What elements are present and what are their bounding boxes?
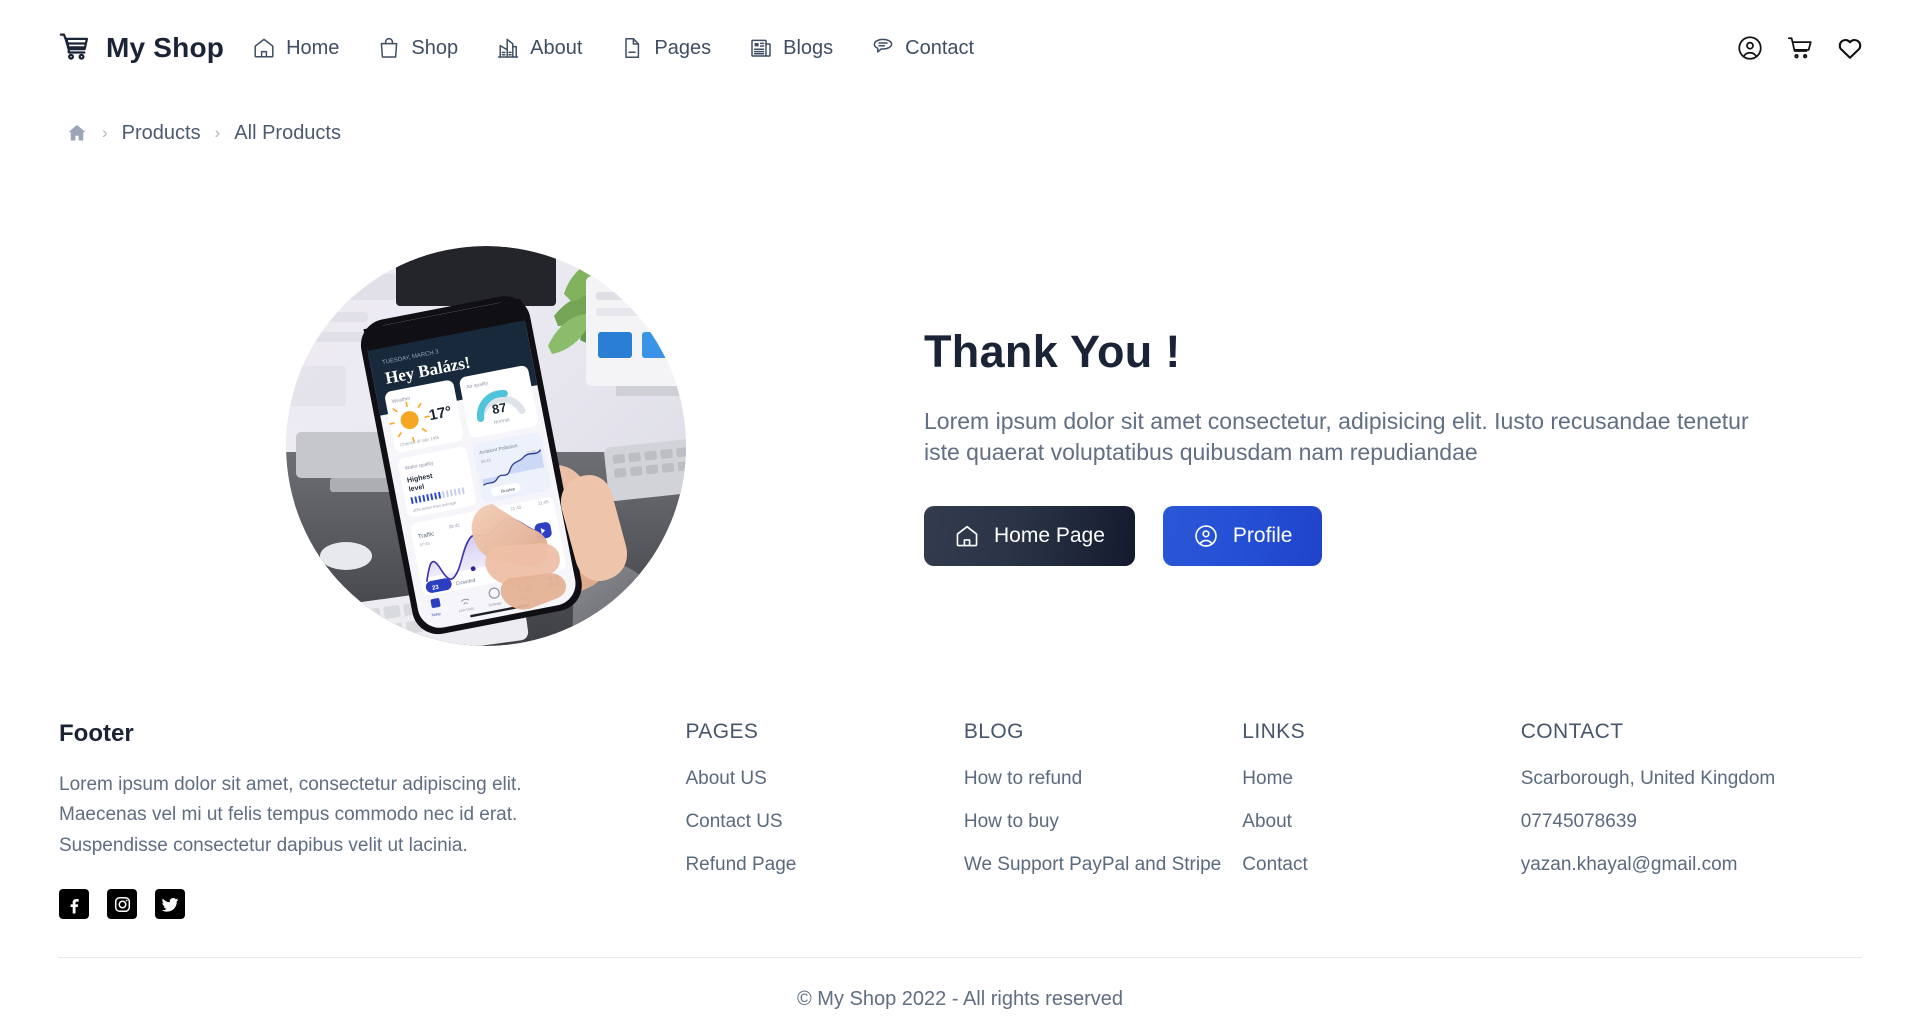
footer-column-blog: BLOG How to refund How to buy We Support… (964, 720, 1242, 897)
user-circle-icon (1193, 523, 1219, 549)
hero-section: TUESDAY, MARCH 3 Hey Balázs! Weather 17°… (0, 152, 1920, 712)
footer-column-heading: LINKS (1242, 720, 1305, 743)
footer-columns: Footer Lorem ipsum dolor sit amet, conse… (56, 720, 1864, 920)
site-footer: Footer Lorem ipsum dolor sit amet, conse… (0, 720, 1920, 1011)
hero-buttons: Home Page Profile (924, 505, 1816, 566)
nav-item-shop[interactable]: Shop (377, 36, 458, 60)
breadcrumb-separator: › (214, 123, 221, 142)
footer-link[interactable]: Contact (1242, 854, 1520, 876)
shopping-cart-icon (58, 29, 92, 68)
nav-item-contact[interactable]: Contact (871, 36, 974, 60)
primary-nav: Home Shop About Pages Blogs Contact (252, 36, 974, 60)
page-title: Thank You ! (924, 326, 1181, 378)
footer-column-links: LINKS Home About Contact (1242, 720, 1520, 897)
newspaper-icon (749, 36, 773, 60)
nav-item-about[interactable]: About (496, 36, 582, 60)
nav-label: Home (286, 36, 340, 59)
social-links (59, 889, 685, 920)
user-circle-icon[interactable] (1736, 34, 1764, 62)
footer-column-heading: BLOG (963, 720, 1024, 743)
hero-image: TUESDAY, MARCH 3 Hey Balázs! Weather 17°… (286, 246, 686, 646)
nav-item-home[interactable]: Home (252, 36, 339, 60)
twitter-icon[interactable] (155, 889, 185, 920)
button-label: Profile (1232, 523, 1293, 547)
nav-label: Contact (905, 36, 975, 59)
hero-copy: Thank You ! Lorem ipsum dolor sit amet c… (916, 326, 1816, 566)
breadcrumb-separator: › (102, 123, 108, 142)
footer-link[interactable]: About US (685, 768, 963, 790)
footer-column-heading: CONTACT (1520, 720, 1624, 743)
contact-email: yazan.khayal@gmail.com (1520, 854, 1738, 875)
hero-subtitle: Lorem ipsum dolor sit amet consectetur, … (924, 408, 1749, 465)
nav-label: Pages (654, 36, 712, 59)
home-outline-icon (954, 523, 980, 549)
button-label: Home Page (994, 523, 1105, 547)
logo-text: My Shop (106, 32, 225, 63)
contact-address: Scarborough, United Kingdom (1520, 768, 1776, 789)
shopping-cart-icon[interactable] (1786, 34, 1814, 62)
hero-media: TUESDAY, MARCH 3 Hey Balázs! Weather 17°… (56, 246, 916, 646)
profile-button[interactable]: Profile (1162, 505, 1323, 566)
nav-label: Shop (411, 36, 459, 59)
nav-item-blogs[interactable]: Blogs (749, 36, 833, 60)
header-actions (1736, 34, 1864, 62)
copyright-text: © My Shop 2022 - All rights reserved (797, 988, 1123, 1011)
home-page-button[interactable]: Home Page (924, 505, 1135, 566)
heart-icon[interactable] (1836, 34, 1864, 62)
contact-phone: 07745078639 (1520, 811, 1637, 832)
nav-item-pages[interactable]: Pages (620, 36, 711, 60)
document-icon (620, 36, 644, 60)
footer-link[interactable]: Refund Page (685, 854, 963, 876)
site-header: My Shop Home Shop About Pages Blogs Cont… (0, 0, 1920, 96)
nav-label: About (530, 36, 583, 59)
home-icon (252, 36, 276, 60)
footer-link[interactable]: We Support PayPal and Stripe (964, 854, 1242, 876)
breadcrumb-item-products[interactable]: Products (122, 122, 201, 145)
footer-link[interactable]: How to refund (964, 768, 1242, 790)
svg-text:87: 87 (491, 400, 508, 417)
footer-brand: Footer Lorem ipsum dolor sit amet, conse… (56, 720, 685, 920)
instagram-icon[interactable] (107, 889, 137, 920)
breadcrumb-item-all-products: All Products (234, 121, 341, 144)
nav-label: Blogs (783, 36, 834, 59)
footer-link[interactable]: How to buy (964, 811, 1242, 833)
facebook-icon[interactable] (59, 889, 89, 920)
footer-column-contact: CONTACT Scarborough, United Kingdom 0774… (1521, 720, 1864, 897)
building-icon (496, 36, 520, 60)
shopping-bag-icon (377, 36, 401, 60)
footer-link[interactable]: About (1242, 811, 1520, 833)
footer-description: Lorem ipsum dolor sit amet, consectetur … (59, 774, 522, 856)
footer-link[interactable]: Contact US (685, 811, 963, 833)
breadcrumb: › Products › All Products (0, 96, 1920, 152)
footer-column-heading: PAGES (685, 720, 759, 743)
breadcrumb-home-icon[interactable] (66, 122, 88, 144)
footer-heading: Footer (59, 720, 134, 747)
site-logo[interactable]: My Shop (58, 29, 224, 68)
chat-bubble-icon (871, 36, 895, 60)
footer-column-pages: PAGES About US Contact US Refund Page (685, 720, 963, 897)
footer-link[interactable]: Home (1242, 768, 1520, 790)
